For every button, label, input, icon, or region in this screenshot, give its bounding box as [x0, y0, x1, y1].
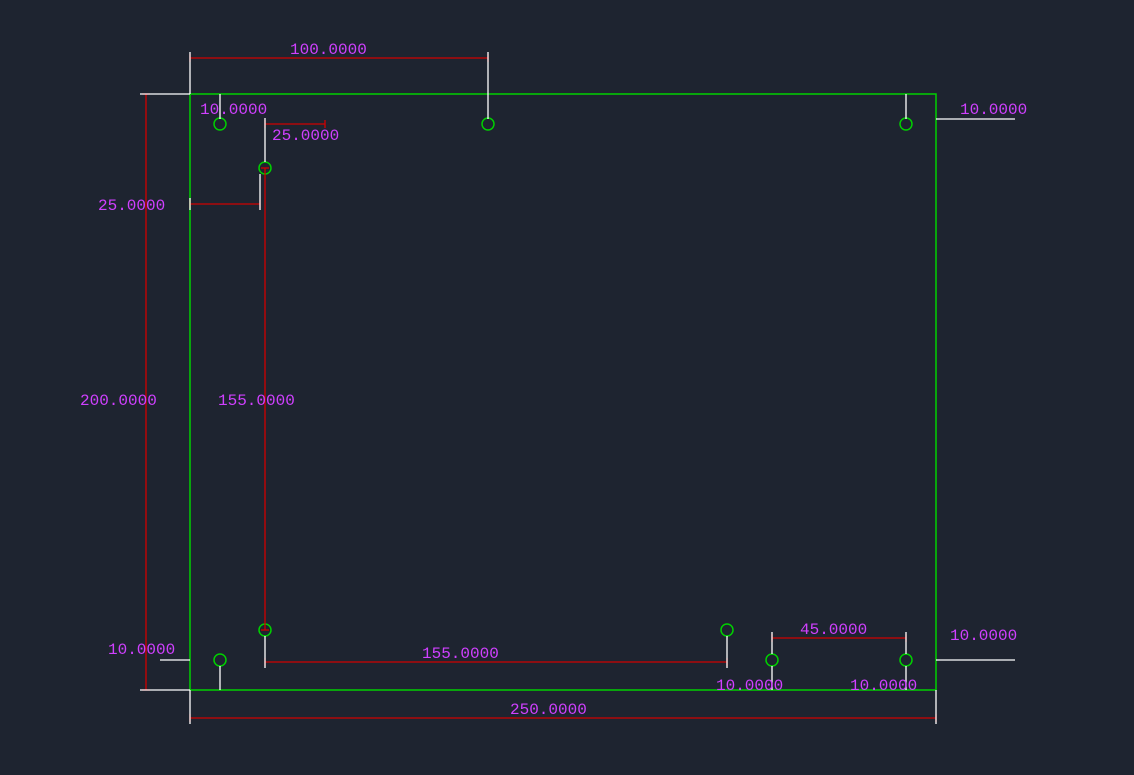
dim-text-bot_155: 155.0000: [422, 645, 499, 663]
holes: [214, 118, 912, 666]
dim-text-bot_45: 45.0000: [800, 621, 867, 639]
dim-text-top_25: 25.0000: [272, 127, 339, 145]
hole: [900, 118, 912, 130]
hole: [482, 118, 494, 130]
part-outline: [190, 94, 936, 690]
dim-text-top_10_l: 10.0000: [200, 101, 267, 119]
hole: [214, 654, 226, 666]
hole: [900, 654, 912, 666]
dim-text-v_155: 155.0000: [218, 392, 295, 410]
dim-text-left_25: 25.0000: [98, 197, 165, 215]
dim-text-bot_10_r: 10.0000: [850, 677, 917, 695]
dim-text-bot_10_m: 10.0000: [716, 677, 783, 695]
dim-text-top_100: 100.0000: [290, 41, 367, 59]
dim-text-left_200: 200.0000: [80, 392, 157, 410]
dim-text-right_10_b: 10.0000: [950, 627, 1017, 645]
dimensions: 100.0000 10.0000 25.0000 10.0000 25.0000 200.…: [80, 41, 1027, 724]
dim-text-top_10_r: 10.0000: [960, 101, 1027, 119]
dim-text-bot_10_l: 10.0000: [108, 641, 175, 659]
hole: [766, 654, 778, 666]
hole: [721, 624, 733, 636]
cad-drawing: 100.0000 10.0000 25.0000 10.0000 25.0000 200.…: [0, 0, 1134, 775]
hole: [214, 118, 226, 130]
dim-text-bot_250: 250.0000: [510, 701, 587, 719]
